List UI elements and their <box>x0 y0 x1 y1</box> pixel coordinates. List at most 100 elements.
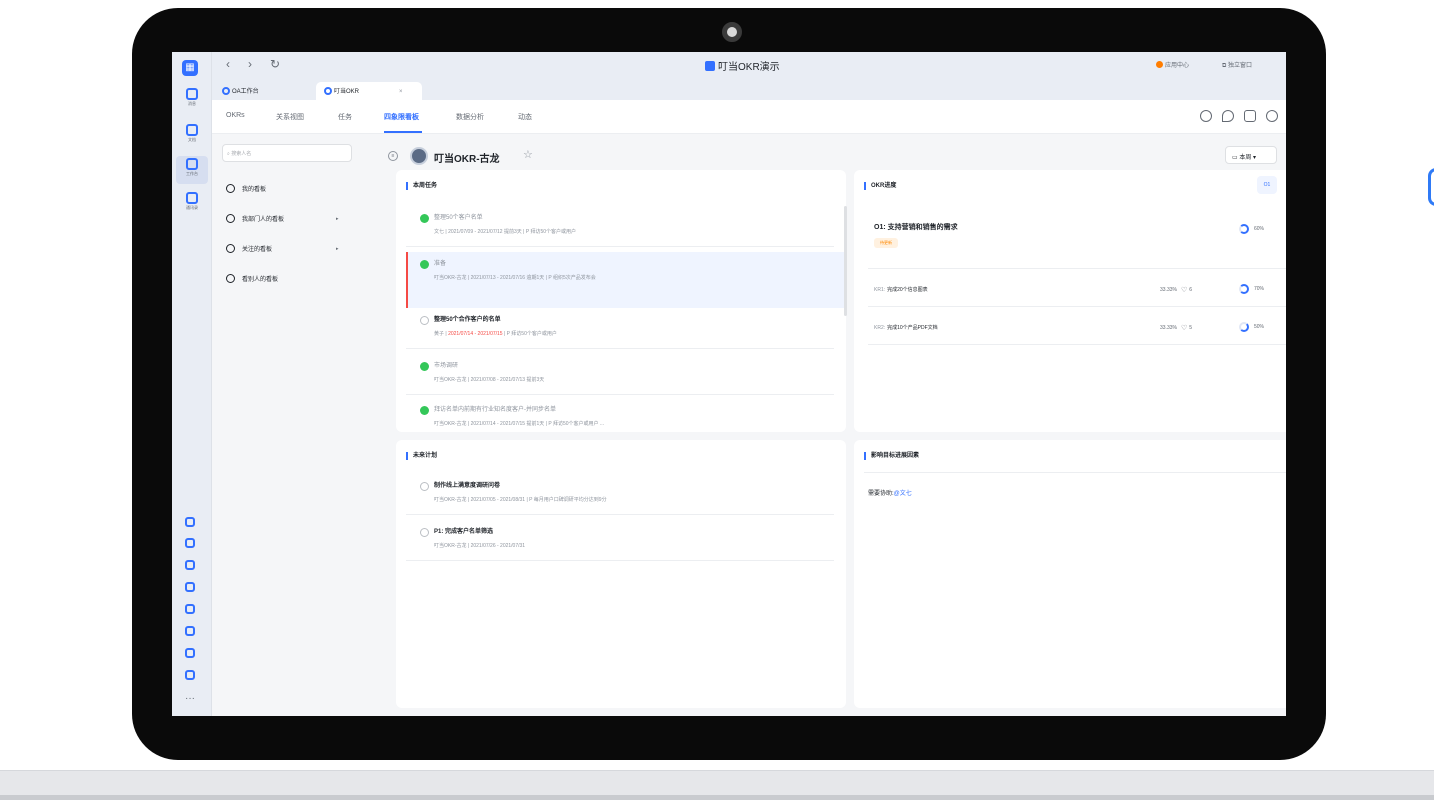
week-select[interactable]: ▭ 本周 ▾ <box>1225 146 1277 164</box>
scrollbar[interactable] <box>844 206 847 316</box>
standalone-label: 独立窗口 <box>1227 63 1252 69</box>
tab-okrs[interactable]: OKRs <box>226 112 245 119</box>
kr-id: KR2: <box>874 325 886 331</box>
sidebar-item-label: 关注的看板 <box>242 247 273 253</box>
standalone-window-button[interactable]: ⧉ 独立窗口 <box>1222 60 1252 70</box>
objective-selector[interactable]: O1 <box>1257 176 1277 194</box>
week-select-label: 本周 <box>1239 155 1252 161</box>
collapse-sidebar-icon[interactable]: ≡ <box>388 151 398 161</box>
divider <box>868 344 1286 345</box>
plan-name: 制作线上满意度调研问卷 <box>434 483 501 489</box>
sidebar-item-my-board[interactable]: 我的看板 <box>226 184 266 193</box>
compass-icon[interactable] <box>185 517 195 527</box>
tab-oa-workbench[interactable]: OA工作台 <box>214 82 310 100</box>
app-logo-icon[interactable]: ▦ <box>182 60 198 76</box>
tab-okr[interactable]: 叮当OKR × <box>316 82 422 100</box>
app-center-icon <box>1156 61 1163 68</box>
app-center-label: 应用中心 <box>1165 63 1190 69</box>
objective-title[interactable]: O1: 支持营销和销售的需求 <box>874 222 958 232</box>
rail-contacts[interactable]: 通讯录 <box>176 190 208 218</box>
kr-item[interactable]: KR2: 完成10个产品PDF文档 <box>874 324 938 331</box>
tab-quadrant-board[interactable]: 四象限看板 <box>384 112 419 122</box>
sidebar-item-others-board[interactable]: 看别人的看板 <box>226 274 278 283</box>
checkbox-icon[interactable] <box>420 482 429 491</box>
task-owner: 黄子 <box>434 331 445 337</box>
rail-more-button[interactable]: ··· <box>185 693 195 704</box>
title-bar: ‹ › ↻ 叮当OKR演示 应用中心 ⧉ 独立窗口 <box>212 52 1286 78</box>
cloud-icon[interactable] <box>185 670 195 680</box>
mail-icon[interactable] <box>185 604 195 614</box>
heart-icon[interactable]: ♡ <box>1181 286 1187 294</box>
approval-icon[interactable] <box>185 560 195 570</box>
rail-workbench[interactable]: 工作台 <box>176 156 208 184</box>
tab-tasks[interactable]: 任务 <box>338 112 352 122</box>
refresh-icon[interactable]: ↻ <box>270 57 280 71</box>
chevron-right-icon[interactable]: ▸ <box>336 216 339 222</box>
back-icon[interactable]: ‹ <box>226 57 230 71</box>
week-tasks-panel: 本周任务 整理50个客户名单 文七 | 2021/07/09 - 2021/07… <box>396 170 847 432</box>
sidebar-item-dept-board[interactable]: 我部门人的看板 <box>226 214 284 223</box>
rail-docs[interactable]: 文档 <box>176 122 208 150</box>
tab-activity[interactable]: 动态 <box>518 112 532 122</box>
settings-icon[interactable] <box>1266 110 1278 122</box>
heart-icon[interactable]: ♡ <box>1181 324 1187 332</box>
task-meta: 叮当OKR-古龙 | 2021/07/14 - 2021/07/15 提前1天 … <box>434 421 605 426</box>
tab-relation-view[interactable]: 关系视图 <box>276 112 304 122</box>
sidebar-item-followed-board[interactable]: 关注的看板 <box>226 244 272 253</box>
tab-icon <box>324 87 332 95</box>
plan-name: P1: 完成客户名单筛选 <box>434 529 494 535</box>
grid-icon <box>186 158 198 170</box>
search-input[interactable]: ⌕ 搜索人名 <box>222 144 352 162</box>
check-icon[interactable] <box>420 214 429 223</box>
star-icon <box>226 244 235 253</box>
rail-label: 通讯录 <box>186 205 198 210</box>
checkbox-icon[interactable] <box>420 316 429 325</box>
pin-icon[interactable] <box>185 582 195 592</box>
task-name: 整理50个客户名单 <box>434 215 483 221</box>
location-icon[interactable] <box>1222 110 1234 122</box>
panel-title: 影响目标进展因素 <box>864 452 919 460</box>
kr-percent: 70% <box>1254 286 1265 292</box>
task-name: 拜访名单内前期有行业知名度客户-并同步名单 <box>434 407 556 413</box>
task-name: 准备 <box>434 261 447 267</box>
heart-icon[interactable] <box>185 626 195 636</box>
eye-icon <box>226 274 235 283</box>
chevron-right-icon[interactable]: ▸ <box>336 246 339 252</box>
checkbox-icon[interactable] <box>420 528 429 537</box>
check-icon[interactable] <box>420 362 429 371</box>
check-icon[interactable] <box>420 260 429 269</box>
assist-line: 需要协助:@文七 <box>868 488 912 497</box>
sidebar-item-label: 看别人的看板 <box>242 277 279 283</box>
kr-item[interactable]: KR1: 完成20个信息图表 <box>874 286 928 293</box>
check-icon[interactable] <box>420 406 429 415</box>
avatar <box>410 147 428 165</box>
kr-weight: 33.33% <box>1160 325 1177 331</box>
tab-label: 叮当OKR <box>334 89 360 95</box>
kr-id: KR1: <box>874 287 886 293</box>
tab-data-analysis[interactable]: 数据分析 <box>456 112 484 122</box>
kr-likes: 6 <box>1189 287 1193 293</box>
rail-label: 文档 <box>188 137 196 142</box>
help-icon[interactable] <box>1200 110 1212 122</box>
close-icon[interactable]: × <box>399 89 403 95</box>
star-icon[interactable]: ☆ <box>523 148 533 161</box>
window-title-text: 叮当OKR演示 <box>718 62 780 73</box>
note-icon[interactable] <box>185 648 195 658</box>
task-name: 市场调研 <box>434 363 459 369</box>
offscreen-widget <box>1428 168 1434 206</box>
rail-messages[interactable]: 消息 <box>176 86 208 114</box>
search-placeholder: 搜索人名 <box>231 151 252 157</box>
kr-weight: 33.33% <box>1160 287 1177 293</box>
calendar-icon[interactable] <box>185 538 195 548</box>
sound-icon[interactable] <box>1244 110 1256 122</box>
task-meta: 文七 | 2021/07/09 - 2021/07/12 提前3天 | P 拜访… <box>434 229 577 235</box>
app-center-button[interactable]: 应用中心 <box>1156 60 1189 69</box>
assist-label: 需要协助: <box>868 491 894 497</box>
document-icon <box>186 124 198 136</box>
forward-icon[interactable]: › <box>248 57 252 71</box>
app-screen: ▦ 消息 文档 工作台 通讯录 ··· ‹ › ↻ 叮当OKR演示 应用中心 ⧉… <box>172 52 1286 716</box>
mention-link[interactable]: @文七 <box>894 491 912 497</box>
app-icon <box>705 61 715 71</box>
divider <box>868 306 1286 307</box>
task-meta: 叮当OKR-古龙 | 2021/07/13 - 2021/07/16 逾期1天 … <box>434 275 596 281</box>
